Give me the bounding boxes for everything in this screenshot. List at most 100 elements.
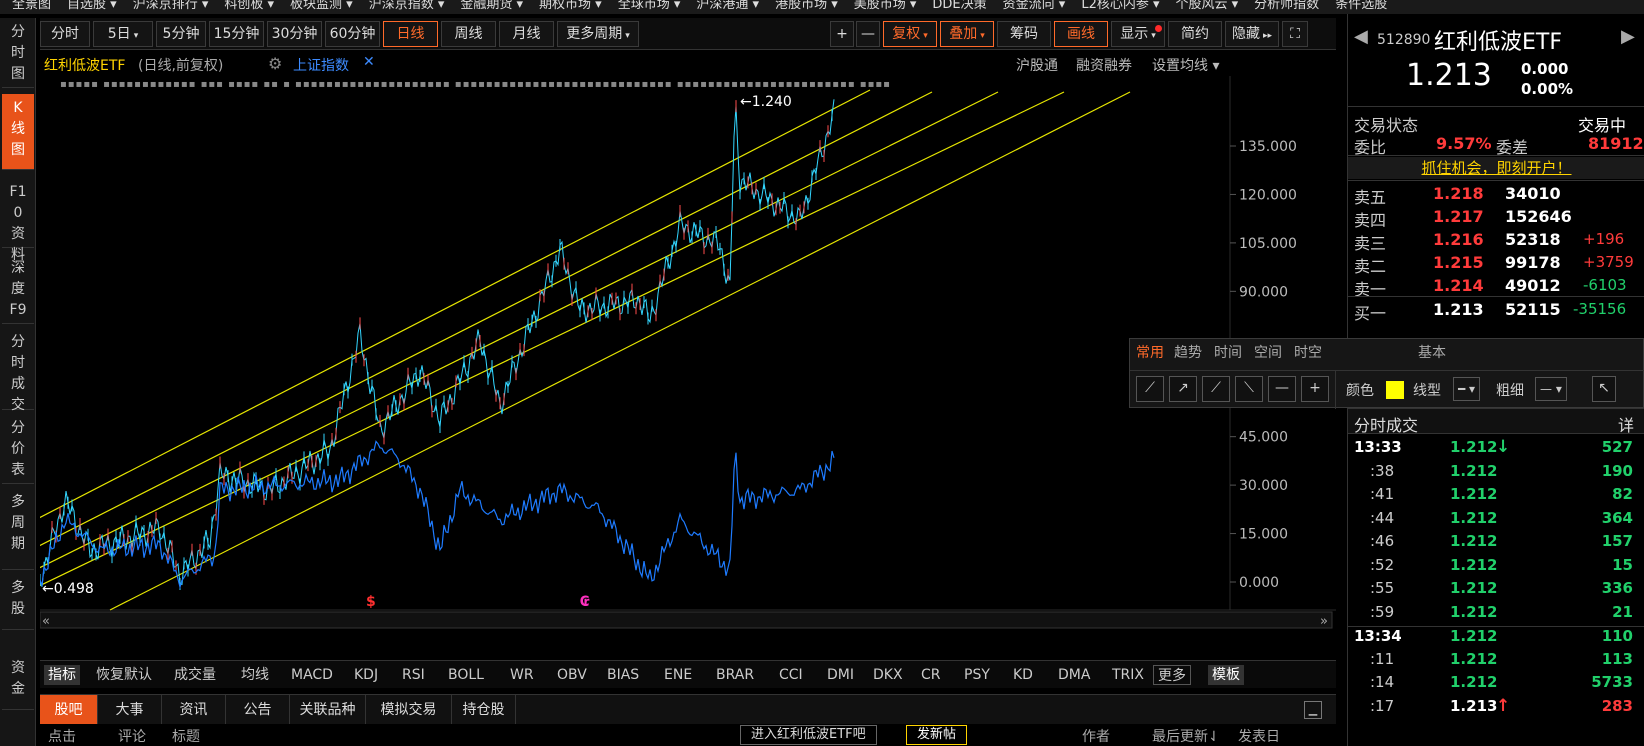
draw-tab[interactable]: 空间 [1254,342,1282,362]
overlay-index-label[interactable]: 上证指数 [293,55,349,75]
indicator-tab[interactable]: DKX [869,665,907,685]
indicator-tab[interactable]: BRAR [712,665,758,685]
menu-item[interactable]: 沪深京排行 ▾ [133,0,209,11]
menu-item[interactable]: 全球市场 ▾ [618,0,681,11]
left-tab[interactable]: K线图 [2,94,34,170]
indicator-tab[interactable]: CCI [775,665,807,685]
menu-item[interactable]: 自选股 ▾ [67,0,117,11]
col-author[interactable]: 作者 [1082,726,1110,746]
indicator-tab[interactable]: OBV [553,665,591,685]
down-line-tool-icon[interactable]: ⟍ [1235,376,1263,402]
new-post-button[interactable]: 发新帖 [906,725,968,745]
next-arrow-icon[interactable]: ▶ [1621,26,1635,47]
more-period-dropdown[interactable]: 更多周期 ▾ [557,21,639,47]
menu-item[interactable]: 沪深港通 ▾ [696,0,759,11]
fuquan-dropdown[interactable]: 复权 ▾ [883,21,937,47]
bottom-tab[interactable]: 公告 [226,695,290,725]
indicator-tab[interactable]: CR [917,665,945,685]
display-dropdown[interactable]: 显示 ▾ [1111,21,1165,47]
left-tab[interactable]: F10资料 [2,178,34,263]
tab-60min[interactable]: 60分钟 [325,21,380,47]
enter-forum-button[interactable]: 进入红利低波ETF吧 [740,725,877,745]
indicator-tab[interactable]: KD [1009,665,1037,685]
bottom-tab[interactable]: 资讯 [162,695,226,725]
tab-monthly[interactable]: 月线 [499,21,554,47]
hide-button[interactable]: 隐藏 ▸▸ [1225,21,1279,47]
indicator-tab[interactable]: TRIX [1108,665,1148,685]
minimize-icon[interactable]: ▁ [1304,701,1322,719]
col-title[interactable]: 标题 [172,726,200,746]
prev-arrow-icon[interactable]: ◀ [1354,26,1368,47]
horizontal-line-tool-icon[interactable]: — [1268,376,1296,402]
cross-tool-icon[interactable]: + [1301,376,1329,402]
tab-weekly[interactable]: 周线 [441,21,496,47]
indicator-tab[interactable]: 指标 [44,665,80,685]
draw-tab[interactable]: 趋势 [1174,342,1202,362]
menu-item[interactable]: DDE决策 [932,0,986,11]
indicator-tab[interactable]: BIAS [603,665,643,685]
indicator-tab[interactable]: WR [506,665,538,685]
overlay-dropdown[interactable]: 叠加 ▾ [940,21,994,47]
tab-30min[interactable]: 30分钟 [267,21,322,47]
tab-fenshi[interactable]: 分时 [40,21,90,47]
col-comments[interactable]: 评论 [118,726,146,746]
col-clicks[interactable]: 点击 [48,726,76,746]
simple-button[interactable]: 简约 [1168,21,1222,47]
indicator-tab[interactable]: RSI [398,665,429,685]
menu-item[interactable]: 资金流向 ▾ [1003,0,1066,11]
indicator-tab[interactable]: 更多 [1153,665,1191,685]
left-tab[interactable]: 分价表 [2,414,34,484]
bottom-tab[interactable]: 关联品种 [290,695,366,725]
open-account-banner[interactable]: 抓住机会，即刻开户！ [1348,157,1644,179]
line-tool-icon[interactable]: ⟋ [1202,376,1230,402]
line-type-select[interactable]: ━ ▾ [1453,377,1481,401]
bottom-tab[interactable]: 模拟交易 [366,695,452,725]
ray-tool-icon[interactable]: ↗ [1169,376,1197,402]
chip-button[interactable]: 筹码 [997,21,1051,47]
menu-item[interactable]: 分析师指数 [1254,0,1319,11]
menu-item[interactable]: 个股风云 ▾ [1176,0,1239,11]
tab-5min[interactable]: 5分钟 [156,21,206,47]
fullscreen-button[interactable]: ⛶ [1282,21,1308,47]
indicator-tab[interactable]: 恢复默认 [92,665,156,685]
indicator-tab[interactable]: 成交量 [170,665,220,685]
zoom-in-button[interactable]: + [830,21,854,47]
gear-icon[interactable]: ⚙ [268,54,282,73]
menu-item[interactable]: L2核心内参 ▾ [1081,0,1159,11]
indicator-tab[interactable]: KDJ [350,665,382,685]
draw-tab[interactable]: 时间 [1214,342,1242,362]
indicator-tab[interactable]: BOLL [444,665,488,685]
left-tab[interactable]: 分时图 [2,18,34,88]
left-tab[interactable]: 多周期 [2,488,34,570]
draw-tab[interactable]: 时空 [1294,342,1322,362]
indicator-tab[interactable]: DMI [823,665,858,685]
thickness-select[interactable]: — ▾ [1535,377,1567,401]
menu-item[interactable]: 金融期货 ▾ [460,0,523,11]
indicator-tab[interactable]: DMA [1054,665,1094,685]
indicator-tab[interactable]: ENE [660,665,696,685]
zoom-out-button[interactable]: — [856,21,880,47]
left-tab[interactable]: 深度F9 [2,254,34,324]
menu-item[interactable]: 美股市场 ▾ [854,0,917,11]
color-swatch[interactable] [1386,381,1404,399]
col-last-update[interactable]: 最后更新⇃ [1152,726,1220,746]
indicator-tab[interactable]: 均线 [237,665,273,685]
left-tab[interactable]: 多股 [2,574,34,630]
trades-detail-button[interactable]: 详 [1618,412,1634,436]
draw-tab[interactable]: 常用 [1136,342,1164,362]
hgt-link[interactable]: 沪股通 [1016,55,1058,75]
bottom-tab[interactable]: 持仓股 [452,695,516,725]
menu-item[interactable]: 科创板 ▾ [224,0,274,11]
tab-5day[interactable]: 5日 ▾ [93,21,153,47]
indicator-tab[interactable]: 模板 [1208,665,1244,685]
menu-item[interactable]: 条件选股 [1335,0,1387,11]
col-post-date[interactable]: 发表日 [1238,726,1280,746]
draw-line-button[interactable]: 画线 [1054,21,1108,47]
bottom-tab[interactable]: 大事 [98,695,162,725]
menu-item[interactable]: 沪深京指数 ▾ [369,0,445,11]
indicator-tab[interactable]: MACD [287,665,337,685]
set-ma-dropdown[interactable]: 设置均线 ▾ [1152,55,1219,75]
cursor-icon[interactable]: ↖ [1592,376,1616,402]
tab-daily[interactable]: 日线 [383,21,438,47]
close-icon[interactable]: ✕ [363,54,375,70]
